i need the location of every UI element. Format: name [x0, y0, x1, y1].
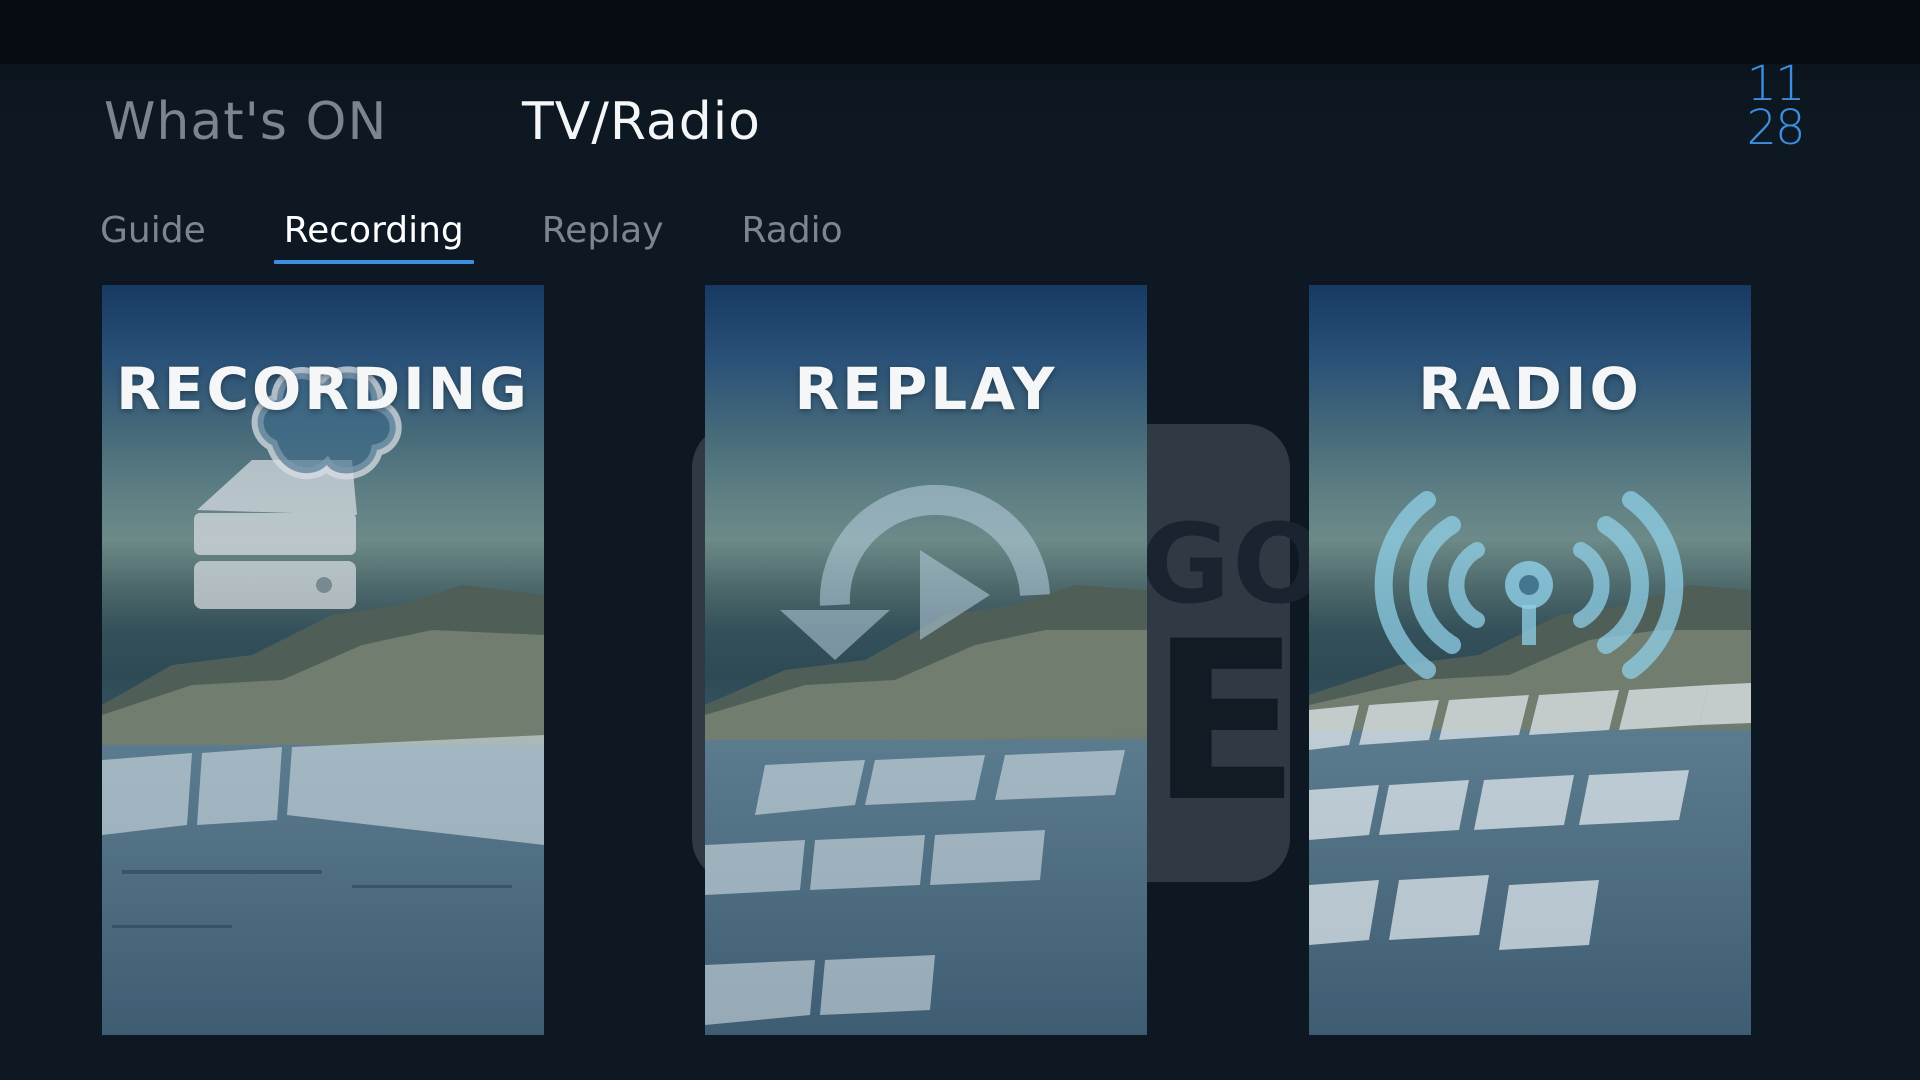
recording-card-label: RECORDING: [116, 355, 530, 423]
tab-recording[interactable]: Recording: [273, 204, 474, 264]
recording-card[interactable]: RECORDING: [102, 285, 544, 1035]
tab-radio[interactable]: Radio: [738, 204, 847, 264]
tv-radio-section[interactable]: TV/Radio: [522, 92, 761, 152]
clock-minute: 28: [1746, 100, 1805, 156]
whats-on-section[interactable]: What's ON: [104, 92, 387, 152]
tab-guide[interactable]: Guide: [96, 204, 210, 264]
sub-navigation-tabs: Guide Recording Replay Radio: [96, 204, 917, 264]
background-e-text: E: [1150, 594, 1301, 850]
clock: 11 28: [1740, 60, 1810, 156]
replay-card[interactable]: REPLAY: [705, 285, 1147, 1035]
top-band: [0, 0, 1920, 64]
radio-card-label: RADIO: [1418, 355, 1642, 423]
tv-radio-screen: What's ON TV/Radio 11 28 Guide Recording…: [0, 0, 1920, 1080]
tab-replay[interactable]: Replay: [538, 204, 668, 264]
radio-card[interactable]: RADIO: [1309, 285, 1751, 1035]
replay-card-label: REPLAY: [794, 355, 1058, 423]
